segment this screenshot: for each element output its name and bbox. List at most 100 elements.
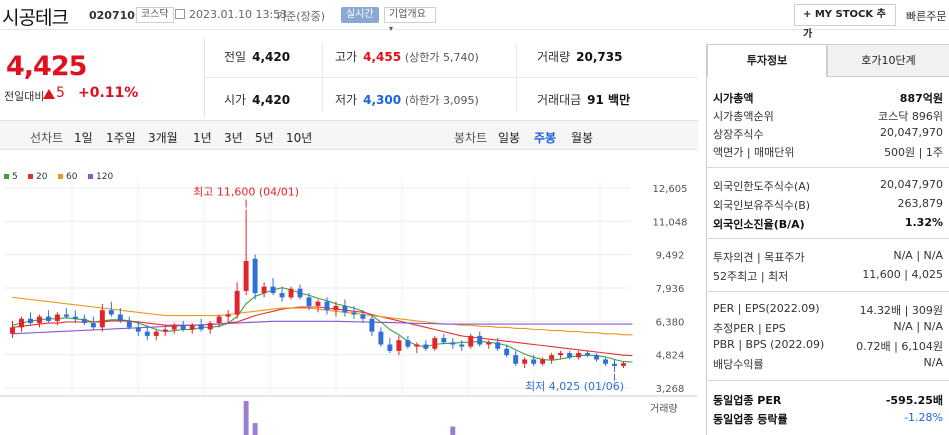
shares-row: 상장주식수 20,047,970 [713, 126, 943, 144]
period-5y[interactable]: 5년 [255, 129, 274, 146]
cap-rank-label: 시가총액순위 [713, 110, 774, 123]
ma-legend-swatch [28, 174, 33, 179]
market-cap-value: 887억원 [899, 92, 943, 105]
par-label: 액면가 | 매매단위 [713, 146, 795, 159]
y-tick-label: 6,380 [656, 317, 685, 328]
candle-body [441, 338, 447, 343]
period-10y[interactable]: 10년 [286, 129, 312, 146]
pbr-row: PBR | BPS (2022.09) 0.72배 | 6,104원 [713, 338, 943, 356]
candle-body [297, 288, 303, 298]
candle-body [369, 318, 375, 332]
opinion-label: 투자의견 | 목표주가 [713, 251, 805, 264]
period-1y[interactable]: 1년 [193, 129, 212, 146]
period-3m[interactable]: 3개월 [148, 129, 178, 146]
foreign-ratio-value: 1.32% [904, 216, 943, 229]
candle-body [207, 323, 213, 330]
candle-body [288, 288, 294, 298]
ma-line-120 [12, 320, 633, 335]
ma-legend-label: 20 [36, 172, 48, 182]
line-chart-label: 선차트 [30, 131, 64, 145]
w52-row: 52주최고 | 최저 11,600 | 4,025 [713, 268, 943, 286]
section-divider [707, 291, 949, 292]
open-price: 시가 4,420 [224, 91, 290, 108]
y-tick-label: 3,268 [656, 384, 685, 395]
candle-body [459, 344, 465, 347]
candle-body [63, 314, 69, 317]
trade-amount: 거래대금 91 백만 [537, 91, 630, 108]
market-cap-label: 시가총액 [713, 92, 754, 105]
candle-body [558, 353, 564, 356]
quick-order-link[interactable]: 빠른주문 [906, 8, 946, 24]
compare-label: 전일대비 [4, 90, 45, 103]
candle-body [153, 331, 159, 336]
foreign-ratio-label: 외국인소진율(B/A) [713, 218, 805, 231]
period-1d[interactable]: 1일 [74, 129, 93, 146]
trade-amount-label: 거래대금 [537, 93, 582, 107]
volume-bar [243, 401, 249, 435]
candle-body [522, 359, 528, 364]
candle-body [450, 342, 456, 345]
candle-body [360, 314, 366, 319]
open-label: 시가 [224, 93, 247, 107]
candle-weekly[interactable]: 주봉 [534, 129, 556, 146]
tab-investment-info[interactable]: 투자정보 [707, 44, 827, 77]
candle-body [234, 290, 240, 315]
candle-body [189, 325, 195, 330]
candle-body [585, 353, 591, 356]
investment-info-panel: 투자정보 호가10단계 시가총액 887억원 시가총액순위 코스닥 896위 상… [706, 44, 949, 435]
par-value: 500원 | 1주 [884, 146, 943, 159]
pbr-label: PBR | BPS (2022.09) [713, 338, 825, 351]
prev-close-value: 4,420 [252, 50, 291, 64]
open-value: 4,420 [252, 93, 291, 107]
y-tick-label: 7,936 [656, 284, 685, 295]
cap-rank-row: 시가총액순위 코스닥 896위 [713, 108, 943, 126]
candle-body [576, 353, 582, 358]
candle-body [549, 355, 555, 360]
candle-body [396, 340, 402, 351]
industry-per-value: -595.25배 [885, 394, 943, 407]
w52-value: 11,600 | 4,025 [862, 268, 943, 281]
candle-chart-label: 봉차트 [454, 131, 488, 145]
ma-line-5 [12, 287, 633, 363]
candle-daily[interactable]: 일봉 [498, 129, 520, 146]
est-per-row: 추정PER | EPS N/A | N/A [713, 320, 943, 338]
candle-body [72, 316, 78, 319]
candle-monthly[interactable]: 월봉 [571, 129, 593, 146]
foreign-ratio-row: 외국인소진율(B/A) 1.32% [713, 216, 943, 234]
candle-body [594, 355, 600, 360]
dividend-label: 배당수익률 [713, 358, 764, 371]
period-3y[interactable]: 3년 [224, 129, 243, 146]
y-tick-label: 12,605 [653, 184, 688, 195]
day-low-value: 4,300 [363, 93, 402, 107]
period-1w[interactable]: 1주일 [106, 129, 136, 146]
realtime-badge[interactable]: 실시간 [341, 7, 379, 23]
candle-body [567, 353, 573, 358]
day-high-value: 4,455 [363, 50, 402, 64]
candle-body [387, 344, 393, 351]
candle-body [261, 286, 267, 294]
dividend-value: N/A [923, 356, 943, 369]
timestamp: 2023.01.10 13:53 [189, 8, 288, 21]
industry-per-label: 동일업종 PER [713, 394, 782, 407]
ma-legend-label: 120 [96, 172, 113, 182]
per-label: PER | EPS(2022.09) [713, 302, 820, 315]
candle-body [306, 297, 312, 306]
candle-body [333, 305, 339, 311]
foreign-hold-value: 263,879 [897, 197, 944, 210]
foreign-hold-row: 외국인보유주식수(B) 263,879 [713, 197, 943, 215]
tab-orderbook[interactable]: 호가10단계 [827, 44, 949, 77]
add-mystock-button[interactable]: + MY STOCK 추가 [794, 4, 896, 40]
shares-value: 20,047,970 [880, 126, 943, 139]
opinion-value: N/A | N/A [893, 249, 943, 262]
lower-limit: (하한가 3,095) [404, 94, 479, 107]
company-overview-dropdown[interactable]: 기업개요 ▾ [384, 7, 436, 33]
candle-body [180, 325, 186, 330]
industry-per-row: 동일업종 PER -595.25배 [713, 392, 943, 410]
stock-header: 시공테크 020710 코스닥 2023.01.10 13:53 기준(장중) … [0, 0, 949, 40]
candle-body [126, 320, 132, 328]
dividend-row: 배당수익률 N/A [713, 356, 943, 374]
candle-body [243, 260, 249, 291]
day-high: 고가 4,455 (상한가 5,740) [335, 48, 479, 65]
candle-body [603, 359, 609, 364]
per-row: PER | EPS(2022.09) 14.32배 | 309원 [713, 302, 943, 320]
